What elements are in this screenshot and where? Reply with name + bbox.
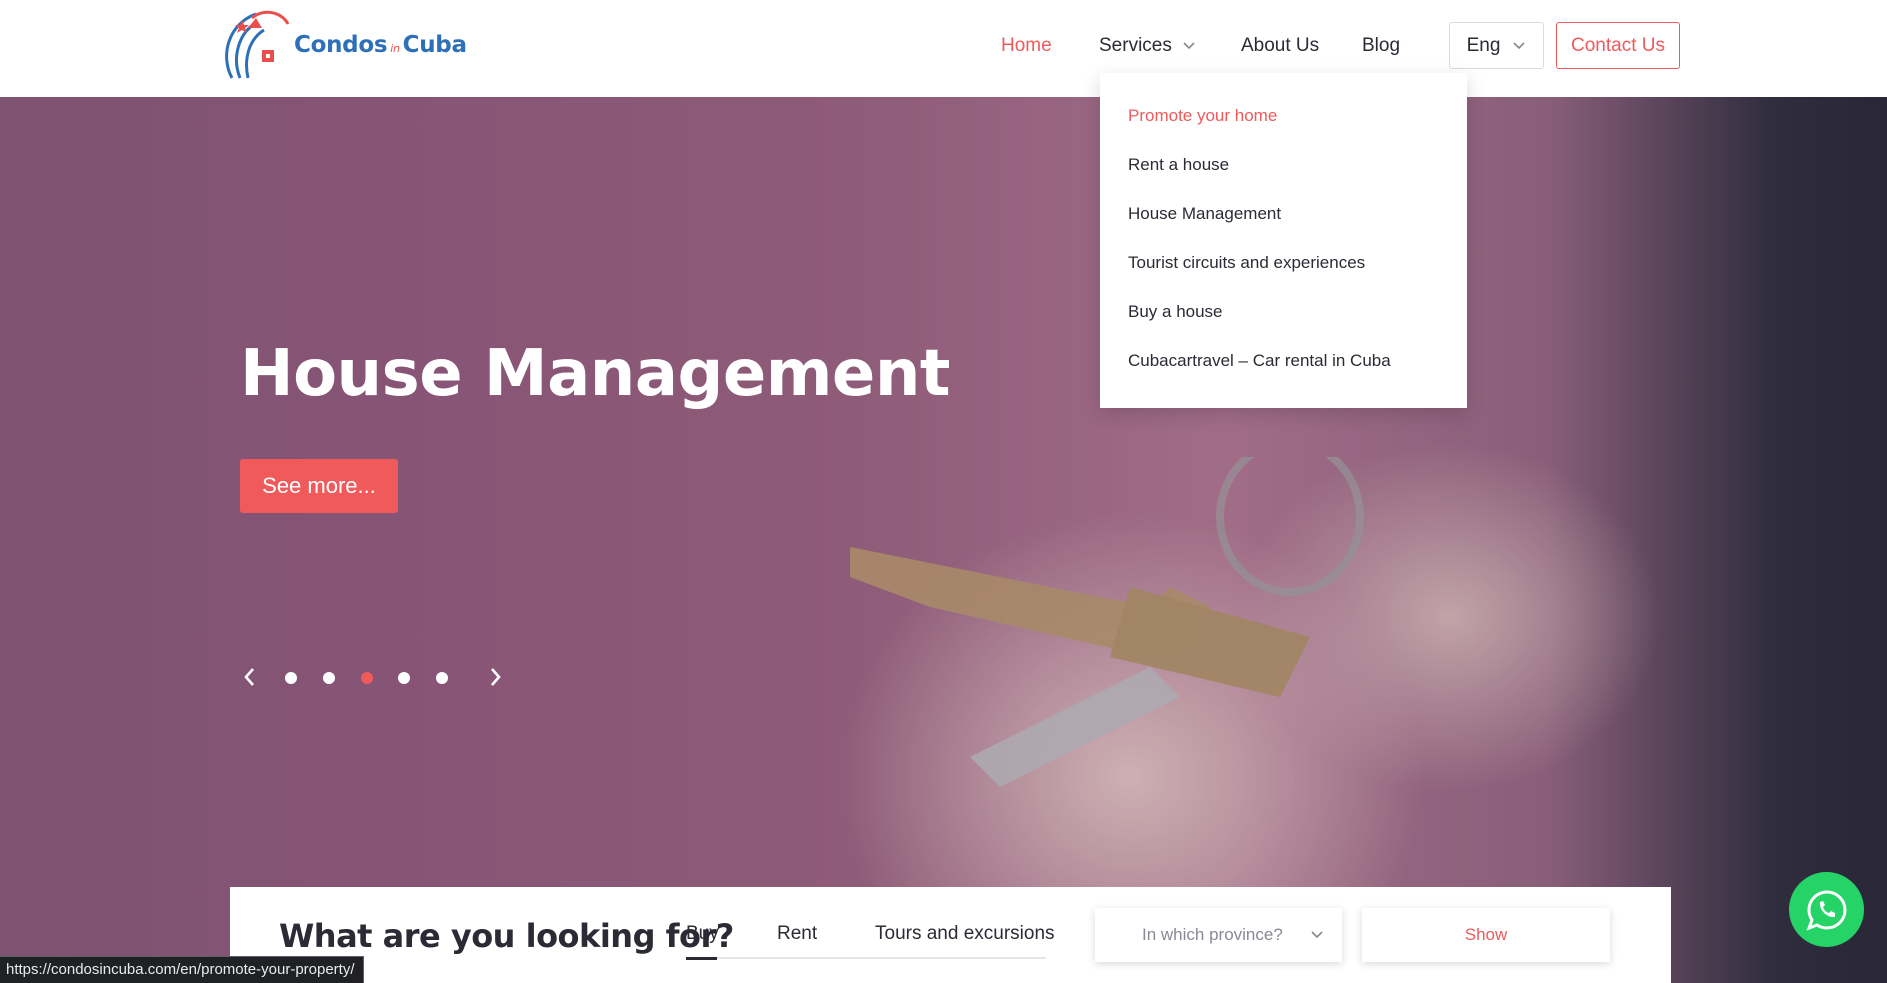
logo-icon <box>225 10 290 79</box>
menu-item-rent-a-house[interactable]: Rent a house <box>1100 155 1467 204</box>
nav-home[interactable]: Home <box>1001 35 1052 57</box>
search-tabs: Buy Rent Tours and excursions <box>686 923 1055 960</box>
slider-dot-active[interactable] <box>361 672 373 684</box>
nav-services-label: Services <box>1099 35 1172 56</box>
nav-services[interactable]: Services <box>1099 35 1196 57</box>
language-label: Eng <box>1466 34 1501 56</box>
chevron-down-icon <box>1183 42 1195 50</box>
see-more-button[interactable]: See more... <box>240 459 398 513</box>
nav-blog[interactable]: Blog <box>1362 35 1400 57</box>
slider-dot[interactable] <box>398 672 410 684</box>
logo-wordmark: Condos in Cuba <box>294 32 467 58</box>
province-select-placeholder: In which province? <box>1142 925 1283 944</box>
hero-slider: House Management See more... <box>0 97 1887 983</box>
site-header: Condos in Cuba Home Services About Us Blog… <box>0 0 1887 97</box>
search-panel: What are you looking for? Buy Rent Tours… <box>230 887 1671 983</box>
slider-dot[interactable] <box>323 672 335 684</box>
search-title: What are you looking for? <box>279 917 734 955</box>
menu-item-car-rental[interactable]: Cubacartravel – Car rental in Cuba <box>1100 351 1467 400</box>
whatsapp-button[interactable] <box>1789 872 1864 947</box>
tab-rent[interactable]: Rent <box>777 923 817 945</box>
slider-dot[interactable] <box>285 672 297 684</box>
hero-overlay <box>0 97 1887 983</box>
logo[interactable]: Condos in Cuba <box>218 6 468 84</box>
contact-us-button[interactable]: Contact Us <box>1556 22 1680 69</box>
hero-title: House Management <box>240 337 950 411</box>
slider-dot[interactable] <box>436 672 448 684</box>
menu-item-promote-your-home[interactable]: Promote your home <box>1100 106 1467 155</box>
nav-about-us[interactable]: About Us <box>1241 35 1319 57</box>
chevron-down-icon <box>1513 41 1525 49</box>
language-selector[interactable]: Eng <box>1449 22 1544 69</box>
chevron-down-icon <box>1311 931 1323 939</box>
menu-item-buy-a-house[interactable]: Buy a house <box>1100 302 1467 351</box>
tab-tours-and-excursions[interactable]: Tours and excursions <box>875 923 1055 945</box>
menu-item-house-management[interactable]: House Management <box>1100 204 1467 253</box>
chevron-right-icon[interactable] <box>485 665 505 689</box>
services-dropdown: Promote your home Rent a house House Man… <box>1100 73 1467 408</box>
chevron-left-icon[interactable] <box>240 665 260 689</box>
province-select[interactable]: In which province? <box>1095 908 1342 962</box>
whatsapp-icon <box>1805 889 1846 931</box>
show-button[interactable]: Show <box>1362 908 1610 962</box>
status-bar-url: https://condosincuba.com/en/promote-your… <box>0 956 364 983</box>
slider-controls <box>240 665 510 695</box>
menu-item-tourist-circuits[interactable]: Tourist circuits and experiences <box>1100 253 1467 302</box>
tab-buy[interactable]: Buy <box>686 923 719 960</box>
